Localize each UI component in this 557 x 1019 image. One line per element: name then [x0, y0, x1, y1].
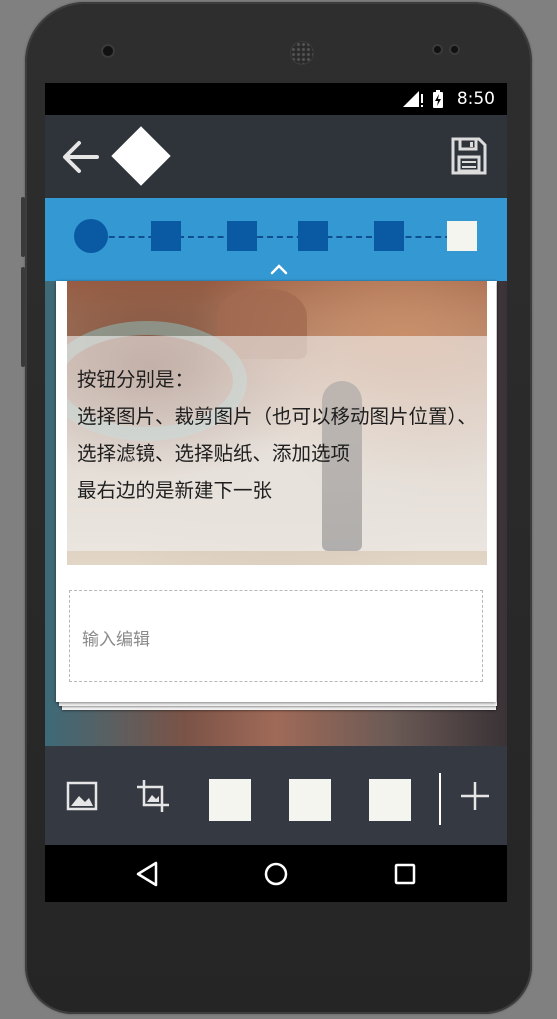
step-4-square[interactable]: [298, 221, 328, 251]
bottom-toolbar: [45, 746, 507, 845]
floppy-disk-icon[interactable]: [451, 137, 487, 175]
text-overlay: 按钮分别是： 选择图片、裁剪图片（也可以移动图片位置）、 选择滤镜、选择贴纸、添…: [67, 336, 487, 551]
arrow-left-icon[interactable]: [61, 137, 101, 177]
stepper-dashed-line: [89, 236, 461, 238]
home-circle-icon[interactable]: [261, 859, 291, 889]
tool-filter-button[interactable]: [209, 779, 251, 821]
back-triangle-icon[interactable]: [133, 859, 163, 889]
image-icon[interactable]: [65, 778, 101, 814]
volume-button: [21, 267, 25, 367]
step-5-square[interactable]: [374, 221, 404, 251]
tool-sticker-button[interactable]: [289, 779, 331, 821]
step-2-square[interactable]: [151, 221, 181, 251]
caption-placeholder: 输入编辑: [82, 630, 150, 650]
plus-icon[interactable]: [457, 778, 493, 814]
overlay-line: 选择图片、裁剪图片（也可以移动图片位置）、: [77, 405, 477, 428]
card-photo[interactable]: 按钮分别是： 选择图片、裁剪图片（也可以移动图片位置）、 选择滤镜、选择贴纸、添…: [67, 281, 487, 565]
earpiece-speaker: [290, 41, 314, 65]
overlay-line: 最右边的是新建下一张: [77, 479, 273, 502]
caption-input[interactable]: 输入编辑: [69, 590, 483, 682]
system-nav-bar: [45, 845, 507, 902]
proximity-sensor: [434, 46, 441, 53]
chevron-up-icon[interactable]: [269, 262, 289, 276]
signal-battery-icon: [403, 90, 443, 108]
recents-square-icon[interactable]: [390, 859, 420, 889]
progress-stepper: [45, 198, 507, 281]
top-toolbar: [45, 115, 507, 198]
toolbar-divider: [439, 773, 441, 825]
power-button: [21, 197, 25, 257]
status-bar: 8:50: [45, 83, 507, 115]
step-1-circle[interactable]: [74, 219, 108, 253]
screen: 8:50 按钮分别是： 选择图片、裁剪图片（也可以移动图片位置）、 选择滤镜、选…: [45, 83, 507, 902]
edit-card: 按钮分别是： 选择图片、裁剪图片（也可以移动图片位置）、 选择滤镜、选择贴纸、添…: [56, 281, 496, 702]
crop-icon[interactable]: [135, 778, 171, 814]
clock: 8:50: [456, 89, 495, 109]
tool-option-button[interactable]: [369, 779, 411, 821]
step-6-square[interactable]: [447, 221, 477, 251]
light-sensor: [451, 46, 458, 53]
overlay-text: 按钮分别是： 选择图片、裁剪图片（也可以移动图片位置）、 选择滤镜、选择贴纸、添…: [77, 361, 487, 509]
diamond-icon: [111, 126, 171, 186]
overlay-line: 选择滤镜、选择贴纸、添加选项: [77, 442, 351, 465]
step-3-square[interactable]: [227, 221, 257, 251]
overlay-line: 按钮分别是：: [77, 368, 195, 391]
front-camera: [103, 46, 113, 56]
